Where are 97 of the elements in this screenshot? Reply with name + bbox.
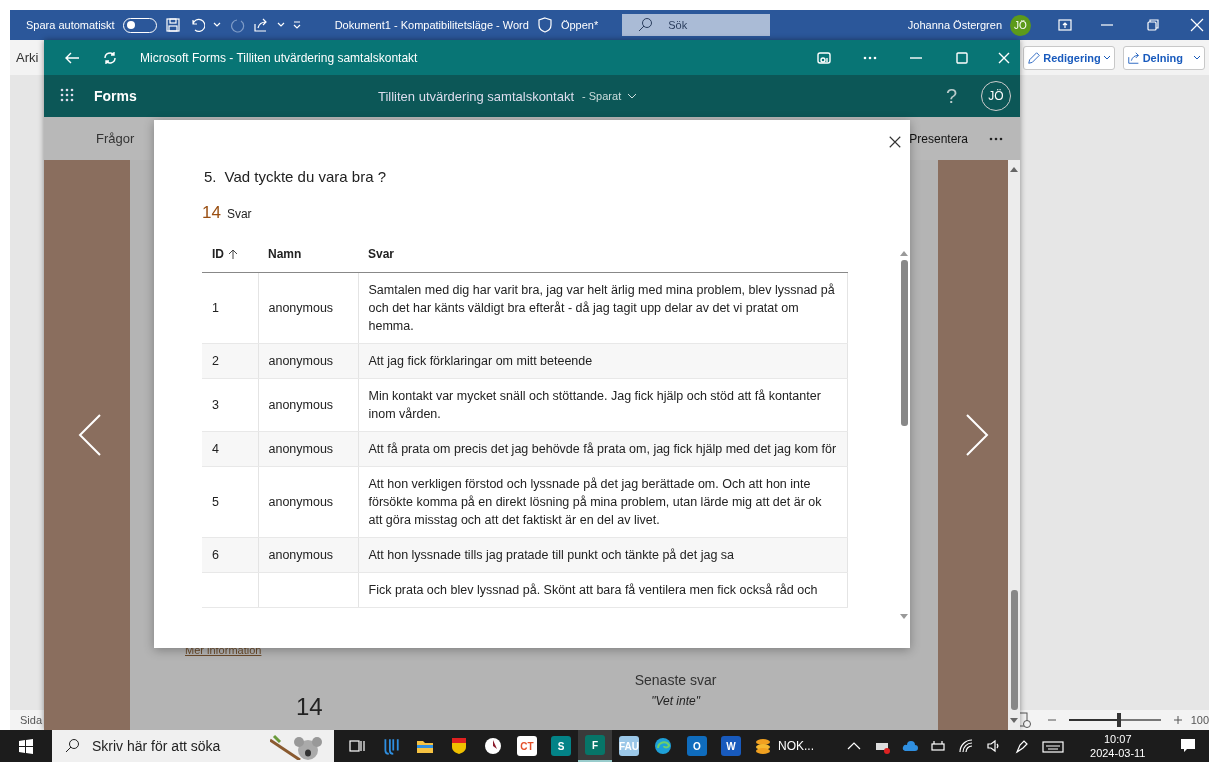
taskbar-app-button[interactable]: W xyxy=(714,730,748,762)
status-page: Sida xyxy=(20,714,43,726)
table-cell: anonymous xyxy=(268,353,334,368)
pen-icon[interactable] xyxy=(1014,738,1030,754)
caret-icon[interactable] xyxy=(276,21,285,29)
table-cell: 5 xyxy=(212,494,219,509)
share-icon[interactable] xyxy=(252,17,269,33)
response-label: Svar xyxy=(226,207,252,221)
search-field[interactable]: Sök xyxy=(622,14,771,36)
restore-icon[interactable] xyxy=(1145,17,1161,33)
app-launcher-icon[interactable] xyxy=(60,88,76,104)
app-window-icon[interactable] xyxy=(816,49,832,66)
editing-button[interactable]: Redigering xyxy=(1023,45,1115,70)
scrollbar-thumb[interactable] xyxy=(1010,590,1018,710)
response-count: 14 xyxy=(202,203,221,223)
clock-icon xyxy=(484,737,502,755)
close-icon[interactable] xyxy=(888,135,902,149)
question-number: 5. xyxy=(204,168,217,185)
document-title: Dokument1 - Kompatibilitetsläge - Word xyxy=(334,19,529,31)
coins-icon xyxy=(754,737,772,755)
table-cell: Att jag fick förklaringar om mitt beteende xyxy=(368,353,593,368)
taskbar-app-button[interactable]: NOK... xyxy=(748,730,820,762)
table-cell: Att få prata om precis det jag behövde få prata om, jag fick hjälp med det jag kom för xyxy=(368,441,837,456)
sensitivity-label[interactable]: Öppen* xyxy=(560,19,599,31)
help-button[interactable]: ? xyxy=(945,84,957,108)
response-total: 14 xyxy=(296,694,323,720)
pencil-icon xyxy=(1027,50,1042,65)
scrollbar[interactable] xyxy=(1008,160,1020,730)
sort-ascending-icon[interactable] xyxy=(228,248,238,260)
caret-icon xyxy=(1102,53,1111,62)
table-cell: 2 xyxy=(212,353,219,368)
crest-icon xyxy=(450,737,468,755)
chevron-icon[interactable] xyxy=(627,92,638,100)
table-cell: 6 xyxy=(212,547,219,562)
table-cell: anonymous xyxy=(268,494,334,509)
table-cell: 3 xyxy=(212,397,219,412)
customize-icon[interactable] xyxy=(292,21,301,29)
scrollbar-thumb[interactable] xyxy=(900,260,908,426)
table-cell: Fick prata och blev lyssnad på. Skönt att bara få ventilera men fick också råd och xyxy=(368,582,818,597)
start-icon[interactable] xyxy=(18,738,34,754)
save-icon[interactable] xyxy=(164,17,181,33)
share-icon xyxy=(1126,50,1141,65)
maximize-icon[interactable] xyxy=(954,49,970,66)
refresh-icon[interactable] xyxy=(102,49,118,66)
scroll-up-icon[interactable] xyxy=(900,250,908,256)
notification-icon[interactable] xyxy=(1179,737,1197,755)
cloud-icon[interactable] xyxy=(902,738,918,754)
caret-icon xyxy=(1193,53,1201,62)
table-cell: Samtalen med dig har varit bra, jag var helt ärlig med mina problem, blev lyssnad på och det har känts väldigt bra efteråt - då jag tagit upp delar av det vi pratat om hemma. xyxy=(368,282,835,333)
share-button[interactable]: Delning xyxy=(1122,45,1205,70)
window-title: Microsoft Forms - Tilliten utvärdering samtalskontakt xyxy=(140,50,419,65)
user-avatar[interactable]: JÖ xyxy=(1010,14,1031,36)
user-name: Johanna Östergren xyxy=(907,19,1002,31)
ribbon-display-icon[interactable] xyxy=(1057,17,1073,33)
scroll-up-icon[interactable] xyxy=(1010,166,1018,172)
question-text: Vad tyckte du vara bra ? xyxy=(224,168,386,185)
table-cell: 4 xyxy=(212,441,219,456)
save-status: - Sparat xyxy=(582,90,622,102)
task-view-icon xyxy=(349,738,365,754)
autosave-label: Spara automatiskt xyxy=(26,19,115,31)
table-cell: anonymous xyxy=(268,300,334,315)
present-button[interactable]: Presentera xyxy=(909,131,968,146)
form-title: Tilliten utvärdering samtalskontakt xyxy=(378,88,575,104)
search-icon xyxy=(64,738,80,754)
taskbar-search-field[interactable]: Skriv här för att söka xyxy=(52,730,334,762)
scroll-down-icon[interactable] xyxy=(1010,718,1018,724)
wifi-icon[interactable] xyxy=(958,738,974,754)
column-header[interactable]: Svar xyxy=(368,247,395,262)
taskbar-app-button[interactable]: O xyxy=(680,730,714,762)
keyboard-icon[interactable] xyxy=(1042,738,1064,754)
zoom-in-icon[interactable] xyxy=(1172,716,1183,724)
shield-icon xyxy=(536,17,553,33)
table-cell: Min kontakt var mycket snäll och stöttande. Jag fick hjälp och stöd att få kontanter inom vården. xyxy=(368,388,821,421)
taskbar-app-button[interactable]: F xyxy=(578,730,612,762)
latest-heading: Senaste svar xyxy=(634,672,717,688)
redo-icon[interactable] xyxy=(228,17,245,33)
table-cell: Att hon verkligen förstod och lyssnade på det jag berättade om. Och att hon inte försökte komma på en direkt lösning på mina problem, utan lärde mig att det är ok att göra misstag och att det faktiskt är en del av livet. xyxy=(368,476,822,527)
scroll-down-icon[interactable] xyxy=(900,614,908,620)
column-header[interactable]: Namn xyxy=(268,247,302,262)
table-cell: anonymous xyxy=(268,441,334,456)
table-cell: anonymous xyxy=(268,397,334,412)
latest-answer: "Vet inte" xyxy=(651,694,700,708)
globe-icon xyxy=(654,737,672,755)
table-cell: Att hon lyssnade tills jag pratade till punkt och tänkte på det jag sa xyxy=(368,547,734,562)
caret-icon[interactable] xyxy=(212,21,221,29)
ribbon-tab[interactable]: Arki xyxy=(16,50,39,65)
column-header[interactable]: ID xyxy=(212,247,224,262)
search-icon xyxy=(638,17,655,33)
app-name: Forms xyxy=(94,88,138,104)
table-cell: anonymous xyxy=(268,547,334,562)
double-arch-icon xyxy=(382,737,400,755)
clock[interactable]: 10:07 2024-03-11 xyxy=(1090,732,1146,760)
zoom-reading[interactable]: 100 xyxy=(1190,714,1209,726)
taskbar-app-button[interactable]: CT xyxy=(510,730,544,762)
table-cell: 1 xyxy=(212,300,219,315)
taskbar-app-button[interactable]: S xyxy=(544,730,578,762)
questions-tab[interactable]: Frågor xyxy=(96,131,135,146)
